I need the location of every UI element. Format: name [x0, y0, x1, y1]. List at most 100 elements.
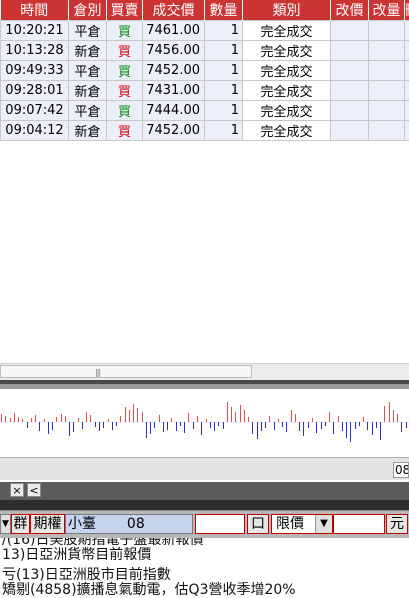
chevron-down-icon: ▼: [2, 519, 9, 529]
cell-qty: 1: [204, 20, 243, 41]
cell-type: 完全成交: [242, 100, 331, 121]
cell-side: 買: [106, 20, 143, 41]
cell-qty: 1: [204, 60, 243, 81]
cell-modify-qty[interactable]: [368, 20, 405, 41]
cell-modify-qty[interactable]: [368, 40, 405, 61]
col-header-time[interactable]: 時間: [0, 0, 69, 21]
news-ticker: /(16)日美股期指電子盤最新報價 13)日亞洲貨幣目前報價 亏(13)日亞洲股…: [0, 538, 409, 598]
cell-type: 完全成交: [242, 60, 331, 81]
cell-delete[interactable]: [404, 120, 409, 141]
cell-modify-qty[interactable]: [368, 80, 405, 101]
col-header-modify-qty[interactable]: 改量: [368, 0, 405, 21]
cell-modify-qty[interactable]: [368, 60, 405, 81]
cell-qty: 1: [204, 40, 243, 61]
cell-modify-price[interactable]: [330, 60, 369, 81]
cell-modify-price[interactable]: [330, 80, 369, 101]
scrollbar-thumb[interactable]: |||: [0, 365, 252, 378]
mini-toolbar: × <: [0, 482, 409, 500]
cell-time: 09:04:12: [0, 120, 69, 141]
table-row[interactable]: 09:49:33 平倉買 7452.00 1 完全成交: [0, 60, 409, 81]
table-row[interactable]: 09:04:12 新倉買 7452.00 1 完全成交: [0, 120, 409, 141]
price-type-value: 限價: [276, 516, 304, 532]
cell-position: 新倉: [68, 80, 107, 101]
cell-side: 買: [106, 120, 143, 141]
menu-dropdown-arrow[interactable]: ▼: [0, 514, 11, 534]
order-entry-bar: ▼ 群 期權 小臺 08 口 限價 ▼ 元: [0, 510, 409, 539]
symbol-name: 小臺: [68, 516, 96, 532]
cell-price: 7452.00: [142, 60, 205, 81]
cell-delete[interactable]: [404, 40, 409, 61]
cell-time: 10:13:28: [0, 40, 69, 61]
cell-qty: 1: [204, 120, 243, 141]
cell-side: 買: [106, 80, 143, 101]
cell-time: 09:07:42: [0, 100, 69, 121]
table-header-row: 時間 倉別 買賣 成交價 數量 類別 改價 改量 刪: [0, 0, 409, 21]
cell-side: 買: [106, 60, 143, 81]
cell-price: 7444.00: [142, 100, 205, 121]
cell-side: 買: [106, 100, 143, 121]
cell-type: 完全成交: [242, 120, 331, 141]
close-button[interactable]: ×: [10, 483, 24, 497]
col-header-price[interactable]: 成交價: [142, 0, 205, 21]
currency-unit-label: 元: [386, 514, 408, 534]
cell-modify-price[interactable]: [330, 100, 369, 121]
cell-position: 新倉: [68, 40, 107, 61]
chart-axis-label: 08: [393, 462, 409, 478]
cell-type: 完全成交: [242, 20, 331, 41]
lot-unit-label: 口: [247, 514, 269, 534]
col-header-side[interactable]: 買賣: [106, 0, 143, 21]
close-icon: ×: [12, 484, 22, 497]
cell-time: 09:49:33: [0, 60, 69, 81]
col-header-delete[interactable]: 刪: [404, 0, 409, 21]
cell-price: 7456.00: [142, 40, 205, 61]
prev-button[interactable]: <: [27, 483, 41, 497]
cell-position: 平倉: [68, 20, 107, 41]
cell-modify-qty[interactable]: [368, 120, 405, 141]
cell-price: 7461.00: [142, 20, 205, 41]
symbol-month: 08: [126, 516, 145, 532]
cell-delete[interactable]: [404, 20, 409, 41]
price-type-select[interactable]: 限價 ▼: [271, 514, 333, 534]
cell-position: 平倉: [68, 100, 107, 121]
chevron-left-icon: <: [29, 484, 39, 497]
table-row[interactable]: 10:13:28 新倉買 7456.00 1 完全成交: [0, 40, 409, 61]
table-row[interactable]: 09:07:42 平倉買 7444.00 1 完全成交: [0, 100, 409, 121]
toolbar-divider: [0, 500, 409, 510]
cell-price: 7431.00: [142, 80, 205, 101]
cell-delete[interactable]: [404, 100, 409, 121]
cell-position: 平倉: [68, 60, 107, 81]
group-button[interactable]: 群: [11, 514, 30, 534]
news-item[interactable]: 13)日亞洲貨幣目前報價: [2, 544, 151, 564]
scrollbar-grip-icon: |||: [95, 368, 101, 377]
futures-options-button[interactable]: 期權: [30, 514, 65, 534]
trade-list-table: 時間 倉別 買賣 成交價 數量 類別 改價 改量 刪 10:20:21平倉買74…: [0, 0, 409, 141]
tick-volume-chart: [0, 389, 409, 455]
cell-qty: 1: [204, 80, 243, 101]
table-row[interactable]: 10:20:21 平倉買 7461.00 1 完全成交: [0, 20, 409, 41]
col-header-modify-price[interactable]: 改價: [330, 0, 369, 21]
cell-price: 7452.00: [142, 120, 205, 141]
price-input[interactable]: [333, 514, 385, 534]
cell-qty: 1: [204, 100, 243, 121]
cell-time: 10:20:21: [0, 20, 69, 41]
chart-footer: 08: [0, 457, 409, 480]
tick-volume-svg: [0, 402, 409, 442]
cell-modify-price[interactable]: [330, 40, 369, 61]
col-header-qty[interactable]: 數量: [204, 0, 243, 21]
col-header-position[interactable]: 倉別: [68, 0, 107, 21]
quantity-input[interactable]: [195, 514, 245, 534]
symbol-field[interactable]: 小臺 08: [65, 514, 193, 534]
cell-modify-qty[interactable]: [368, 100, 405, 121]
cell-type: 完全成交: [242, 40, 331, 61]
table-row[interactable]: 09:28:01 新倉買 7431.00 1 完全成交: [0, 80, 409, 101]
horizontal-scrollbar[interactable]: |||: [0, 363, 409, 380]
cell-delete[interactable]: [404, 60, 409, 81]
news-item[interactable]: 矯剔(4858)擴播息氣動電，估Q3營收季增20%: [2, 579, 296, 598]
cell-side: 買: [106, 40, 143, 61]
cell-modify-price[interactable]: [330, 120, 369, 141]
chevron-down-icon[interactable]: ▼: [315, 515, 332, 533]
col-header-type[interactable]: 類別: [242, 0, 331, 21]
cell-modify-price[interactable]: [330, 20, 369, 41]
cell-delete[interactable]: [404, 80, 409, 101]
cell-type: 完全成交: [242, 80, 331, 101]
